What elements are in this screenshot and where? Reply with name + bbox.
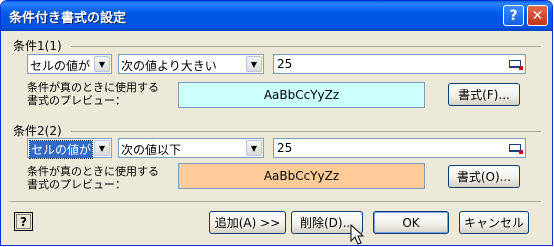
condition2-operator-value: 次の値以下 — [121, 143, 182, 157]
condition2-preview-label: 条件が真のときに使用する書式のプレビュー： — [27, 165, 159, 191]
collapse-dialog-icon[interactable] — [506, 56, 524, 72]
title-bar[interactable]: 条件付き書式の設定 ? ✕ — [1, 1, 552, 31]
ok-button[interactable]: OK — [373, 211, 449, 234]
footer-separator — [10, 201, 541, 202]
condition2-format-button[interactable]: 書式(O)... — [448, 165, 520, 188]
conditional-format-dialog: 条件付き書式の設定 ? ✕ 条件1(1) セルの値が ▼ 次の値より大きい ▼ … — [0, 0, 553, 246]
condition1-separator — [71, 46, 541, 47]
help-icon[interactable]: ? — [14, 212, 33, 231]
add-button[interactable]: 追加(A) >> — [209, 211, 286, 234]
condition2-preview-text: AaBbCcYyZz — [263, 169, 340, 183]
condition2-operator-select[interactable]: 次の値以下 ▼ — [118, 138, 264, 158]
collapse-dialog-icon[interactable] — [506, 140, 524, 156]
condition1-label: 条件1(1) — [13, 39, 62, 53]
condition1-type-select[interactable]: セルの値が ▼ — [27, 54, 112, 74]
condition2-preview-box: AaBbCcYyZz — [178, 163, 425, 189]
condition2-label: 条件2(2) — [13, 124, 62, 138]
chevron-down-icon[interactable]: ▼ — [246, 56, 262, 72]
condition1-format-button[interactable]: 書式(F)... — [448, 83, 520, 106]
condition1-preview-box: AaBbCcYyZz — [178, 82, 425, 108]
condition1-value-text: 25 — [277, 57, 293, 71]
close-button[interactable]: ✕ — [527, 5, 548, 26]
dialog-title: 条件付き書式の設定 — [9, 11, 127, 26]
condition2-type-value: セルの値が — [28, 140, 94, 159]
condition1-value-input[interactable]: 25 — [273, 54, 526, 74]
help-button[interactable]: ? — [503, 5, 524, 26]
condition1-operator-select[interactable]: 次の値より大きい ▼ — [118, 54, 264, 74]
cancel-button[interactable]: キャンセル — [459, 211, 529, 234]
condition1-preview-text: AaBbCcYyZz — [263, 88, 340, 102]
chevron-down-icon[interactable]: ▼ — [94, 140, 110, 156]
mouse-pointer-icon — [350, 224, 364, 245]
condition2-type-select[interactable]: セルの値が ▼ — [27, 138, 112, 159]
condition1-preview-label: 条件が真のときに使用する書式のプレビュー： — [27, 81, 159, 107]
condition2-separator — [71, 131, 541, 132]
condition1-operator-value: 次の値より大きい — [121, 59, 217, 73]
condition2-value-text: 25 — [277, 141, 293, 155]
condition1-type-value: セルの値が — [30, 59, 91, 73]
chevron-down-icon[interactable]: ▼ — [94, 56, 110, 72]
condition2-value-input[interactable]: 25 — [273, 138, 526, 158]
chevron-down-icon[interactable]: ▼ — [246, 140, 262, 156]
